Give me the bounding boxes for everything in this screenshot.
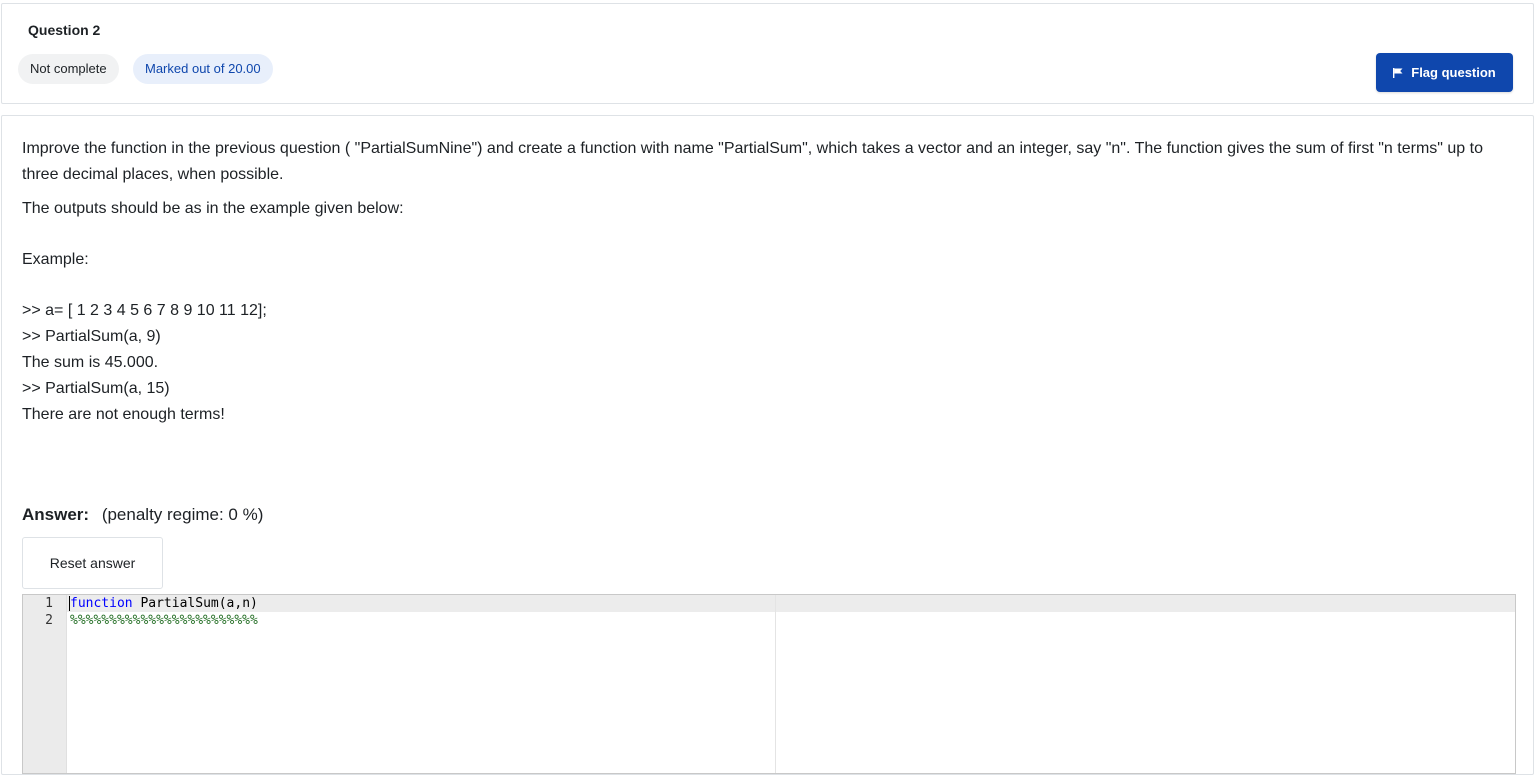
example-line-4: >> PartialSum(a, 15) <box>22 380 170 397</box>
question-number: Question 2 <box>28 22 101 38</box>
code-text: PartialSum(a,n) <box>132 596 258 611</box>
question-state-badge: Not complete <box>18 54 119 84</box>
code-comment: %%%%%%%%%%%%%%%%%%%%%%%% <box>70 613 258 628</box>
example-line-1: >> a= [ 1 2 3 4 5 6 7 8 9 10 11 12]; <box>22 302 267 319</box>
example-line-2: >> PartialSum(a, 9) <box>22 328 161 345</box>
question-info-card: Question 2 Not complete Marked out of 20… <box>1 3 1534 104</box>
answer-label: Answer: <box>22 505 90 524</box>
penalty-regime: (penalty regime: 0 %) <box>101 505 264 524</box>
line-number-gutter: 1 2 <box>23 595 67 773</box>
question-paragraph-2: The outputs should be as in the example … <box>22 200 404 217</box>
print-margin <box>775 595 776 773</box>
example-label: Example: <box>22 251 89 268</box>
question-grade-badge: Marked out of 20.00 <box>133 54 273 84</box>
answer-header: Answer: (penalty regime: 0 %) <box>22 505 263 525</box>
flag-question-label: Flag question <box>1411 65 1496 80</box>
flag-question-button[interactable]: Flag question <box>1376 53 1513 92</box>
code-line-2[interactable]: %%%%%%%%%%%%%%%%%%%%%%%% <box>70 612 258 629</box>
code-editor[interactable]: 1 2 function PartialSum(a,n) %%%%%%%%%%%… <box>22 594 1516 774</box>
line-number: 2 <box>45 613 53 628</box>
question-content-card: Improve the function in the previous que… <box>1 115 1534 775</box>
text-cursor <box>69 596 70 611</box>
question-text: Improve the function in the previous que… <box>22 136 1517 428</box>
flag-icon <box>1393 67 1403 78</box>
code-keyword: function <box>70 596 133 611</box>
reset-answer-button[interactable]: Reset answer <box>22 537 163 589</box>
code-line-1[interactable]: function PartialSum(a,n) <box>70 595 258 612</box>
example-line-5: There are not enough terms! <box>22 406 225 423</box>
line-number: 1 <box>45 596 53 611</box>
active-line-highlight <box>66 595 1515 612</box>
question-paragraph-1: Improve the function in the previous que… <box>22 140 1483 183</box>
example-line-3: The sum is 45.000. <box>22 354 159 371</box>
